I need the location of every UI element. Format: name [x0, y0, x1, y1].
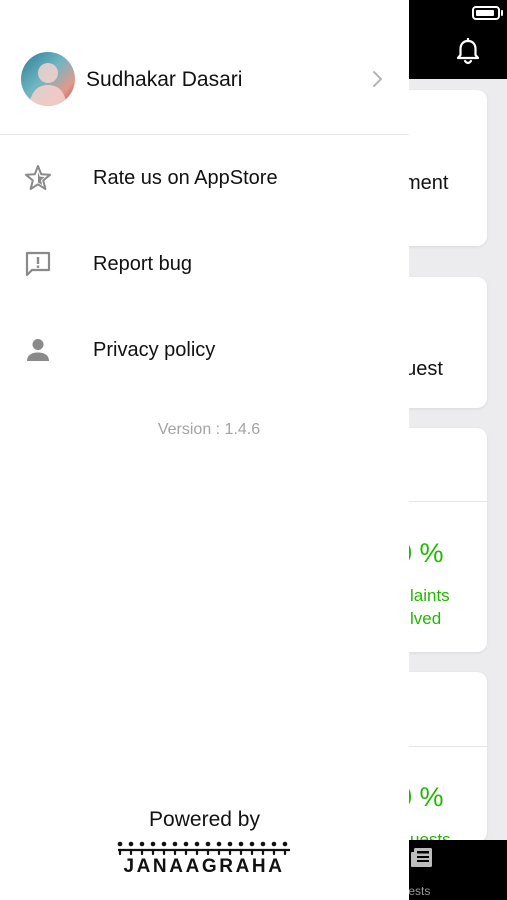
battery-icon: [472, 6, 500, 20]
menu-item-label: Rate us on AppStore: [93, 167, 278, 189]
side-drawer: Sudhakar Dasari Rate us on AppStore Repo…: [0, 0, 409, 900]
chevron-right-icon: [373, 71, 382, 87]
star-icon: [25, 165, 51, 190]
janaagraha-logo: JANAAGRAHA: [117, 841, 290, 874]
profile-divider: [0, 134, 409, 135]
stat-caption: laints: [410, 586, 450, 605]
avatar: [21, 52, 75, 106]
person-icon: [27, 339, 49, 361]
menu-item-label: Report bug: [93, 253, 192, 275]
app-version: Version : 1.4.6: [157, 421, 261, 438]
avatar-person-icon: [29, 63, 67, 106]
requests-tab-icon[interactable]: [410, 847, 434, 869]
menu-item-rate-us[interactable]: Rate us on AppStore: [0, 148, 409, 208]
stat-caption-line2: lved: [410, 609, 442, 628]
notification-bell-icon[interactable]: [455, 38, 481, 66]
report-bug-icon: [25, 251, 51, 277]
battery-tip: [501, 10, 503, 16]
menu-item-report-bug[interactable]: Report bug: [0, 234, 409, 294]
powered-by-label: Powered by: [149, 808, 260, 831]
menu-item-label: Privacy policy: [93, 339, 216, 361]
menu-item-privacy-policy[interactable]: Privacy policy: [0, 320, 409, 380]
logo-wordmark: JANAAGRAHA: [123, 856, 284, 874]
user-name: Sudhakar Dasari: [86, 68, 243, 91]
profile-row[interactable]: Sudhakar Dasari: [0, 40, 409, 134]
